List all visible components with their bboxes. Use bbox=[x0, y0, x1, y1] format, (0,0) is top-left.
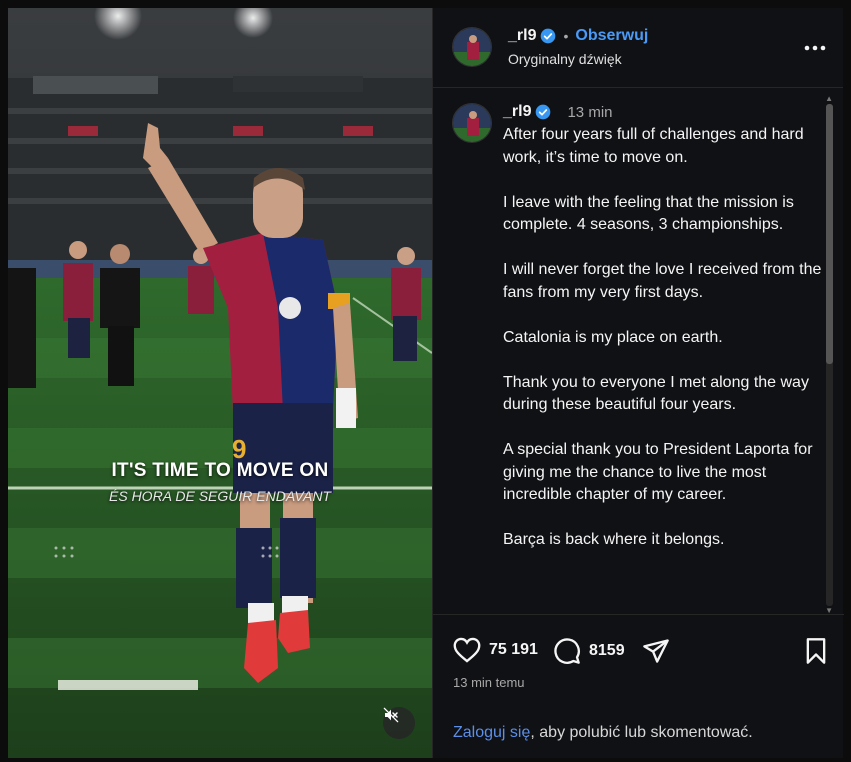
video-caption-main: IT'S TIME TO MOVE ON bbox=[111, 460, 329, 481]
video-frame: 9 bbox=[8, 8, 432, 758]
video-caption-sub: ÉS HORA DE SEGUIR ENDAVANT bbox=[109, 488, 331, 504]
caption-paragraph: Barça is back where it belongs. bbox=[503, 531, 725, 548]
video-player[interactable]: 9 IT'S TIME TO MOVE ON ÉS HORA DE SEGUIR… bbox=[8, 8, 432, 758]
verified-badge-icon bbox=[535, 104, 551, 120]
caption-scrollbar[interactable] bbox=[826, 104, 833, 606]
mute-button[interactable] bbox=[383, 707, 415, 739]
header-user-row: _rl9 • Obserwuj bbox=[508, 27, 648, 45]
like-count: 75 191 bbox=[489, 641, 538, 658]
caption-text: After four years full of challenges and … bbox=[503, 124, 823, 574]
caption-avatar[interactable] bbox=[452, 103, 492, 143]
follow-button[interactable]: Obserwuj bbox=[575, 27, 648, 45]
avatar-image bbox=[453, 28, 491, 66]
share-button[interactable] bbox=[641, 637, 671, 665]
post-panel: _rl9 • Obserwuj Oryginalny dźwięk _rl9 1… bbox=[432, 8, 844, 758]
caption-paragraph: I leave with the feeling that the missio… bbox=[503, 193, 794, 234]
header-username[interactable]: _rl9 bbox=[508, 27, 536, 45]
post-modal: 9 IT'S TIME TO MOVE ON ÉS HORA DE SEGUIR… bbox=[0, 0, 851, 762]
post-timestamp[interactable]: 13 min temu bbox=[453, 675, 525, 690]
post-header: _rl9 • Obserwuj Oryginalny dźwięk bbox=[433, 8, 843, 88]
heart-icon bbox=[453, 637, 481, 663]
send-icon bbox=[643, 639, 669, 663]
speaker-muted-icon bbox=[383, 707, 399, 723]
caption-section: _rl9 13 min After four years full of cha… bbox=[433, 88, 843, 614]
caption-user-row: _rl9 13 min bbox=[503, 103, 613, 121]
like-button[interactable]: 75 191 bbox=[453, 637, 538, 663]
scrollbar-thumb[interactable] bbox=[826, 104, 833, 364]
caption-time[interactable]: 13 min bbox=[567, 104, 612, 121]
caption-username[interactable]: _rl9 bbox=[503, 103, 531, 121]
caption-paragraph: After four years full of challenges and … bbox=[503, 126, 804, 166]
caption-paragraph: A special thank you to President Laporta… bbox=[503, 441, 813, 503]
separator-dot: • bbox=[563, 28, 569, 44]
login-prompt-text: , aby polubić lub skomentować. bbox=[530, 724, 753, 741]
avatar[interactable] bbox=[452, 27, 492, 67]
bookmark-icon bbox=[806, 638, 826, 664]
avatar-image bbox=[453, 104, 491, 142]
scroll-up-icon[interactable]: ▲ bbox=[825, 94, 833, 103]
comment-button[interactable]: 8159 bbox=[553, 637, 625, 665]
caption-paragraph: I will never forget the love I received … bbox=[503, 261, 822, 301]
more-options-icon[interactable] bbox=[804, 38, 826, 56]
verified-badge-icon bbox=[540, 28, 556, 44]
login-link[interactable]: Zaloguj się bbox=[453, 724, 530, 741]
comment-count: 8159 bbox=[589, 642, 625, 659]
action-bar: 75 191 8159 13 min temu bbox=[433, 614, 844, 714]
caption-paragraph: Thank you to everyone I met along the wa… bbox=[503, 373, 809, 414]
save-button[interactable] bbox=[804, 637, 828, 670]
caption-paragraph: Catalonia is my place on earth. bbox=[503, 328, 723, 346]
comment-icon bbox=[554, 638, 580, 664]
audio-label[interactable]: Oryginalny dźwięk bbox=[508, 51, 622, 67]
login-prompt: Zaloguj się, aby polubić lub skomentować… bbox=[453, 724, 753, 742]
